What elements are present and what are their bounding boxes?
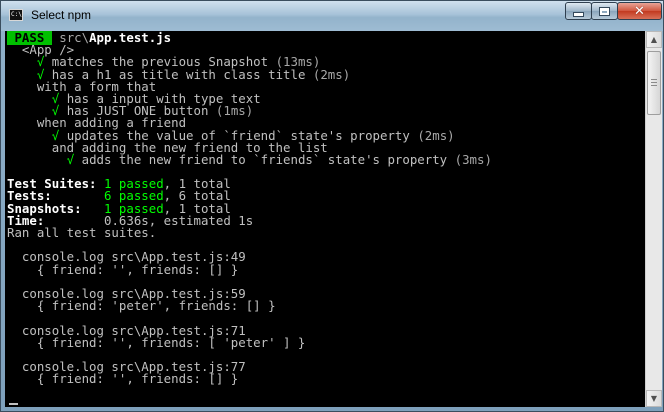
- test-duration: (2ms): [305, 66, 351, 82]
- test-tree-line: √ adds the new friend to `friends` state…: [66, 151, 492, 167]
- test-file-name: App.test.js: [89, 31, 172, 45]
- scrollbar-thumb[interactable]: [647, 51, 661, 115]
- test-duration: (2ms): [409, 127, 455, 143]
- title-bar[interactable]: C:\ Select npm ✕: [1, 1, 663, 31]
- minimize-button[interactable]: [565, 2, 592, 20]
- test-file-header: PASS src\App.test.js: [7, 31, 492, 45]
- console-log-value: { friend: '', friends: [] }: [7, 371, 239, 387]
- close-button[interactable]: ✕: [617, 2, 662, 20]
- summary-ran: Ran all test suites.: [7, 225, 157, 240]
- console-output[interactable]: PASS src\App.test.js <App /> √ matches t…: [5, 31, 645, 407]
- scroll-up-button[interactable]: ▲: [646, 31, 662, 48]
- maximize-icon: [599, 6, 610, 16]
- window-title: Select npm: [31, 8, 92, 22]
- check-icon: √: [66, 151, 75, 167]
- cmd-console-icon[interactable]: C:\: [9, 9, 23, 21]
- scroll-down-button[interactable]: ▼: [646, 390, 662, 407]
- arrow-up-icon: ▲: [650, 35, 658, 44]
- test-duration: (1ms): [208, 103, 254, 119]
- console-window: C:\ Select npm ✕ PASS src\App.test.js <A…: [0, 0, 664, 412]
- minimize-icon: [573, 11, 584, 17]
- grip-line: [651, 85, 657, 86]
- console-log-value: { friend: 'peter', friends: [] }: [7, 298, 276, 314]
- vertical-scrollbar[interactable]: ▲ ▼: [645, 31, 662, 407]
- text-cursor: [9, 403, 18, 405]
- maximize-button[interactable]: [591, 2, 618, 20]
- grip-line: [651, 79, 657, 80]
- console-log-value: { friend: '', friends: [] }: [7, 261, 239, 277]
- grip-line: [651, 82, 657, 83]
- test-duration: (3ms): [447, 151, 492, 167]
- close-icon: ✕: [634, 3, 645, 19]
- arrow-down-icon: ▼: [650, 394, 658, 403]
- console-log-value: { friend: '', friends: [ 'peter' ] }: [7, 334, 306, 350]
